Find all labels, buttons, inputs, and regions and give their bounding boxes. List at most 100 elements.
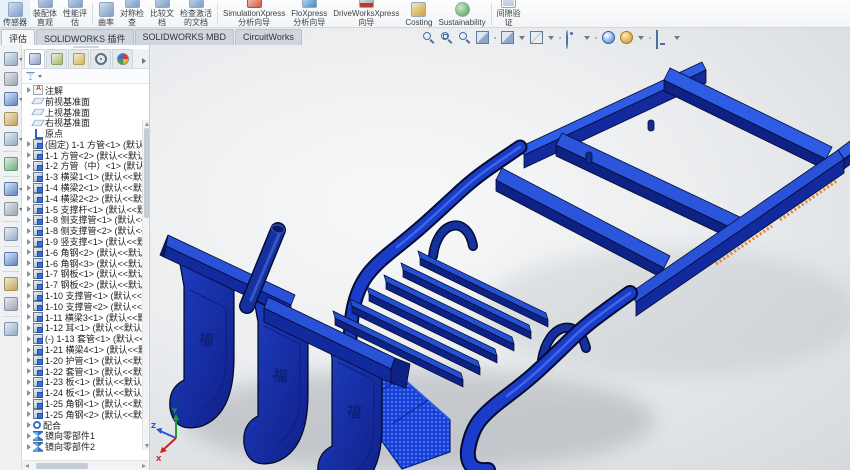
feature-tree-item[interactable]: 1-6 角钢<3> (默认<<默认>_显示状态1>) bbox=[22, 258, 149, 269]
show-hidden-components-icon[interactable] bbox=[4, 157, 18, 171]
move-component-icon[interactable] bbox=[4, 132, 18, 146]
feature-tree-item[interactable]: 1-8 侧支撑管<2> (默认<<默认>_显示状态1>) bbox=[22, 225, 149, 236]
expand-arrow-icon[interactable] bbox=[25, 303, 33, 309]
expand-arrow-icon[interactable] bbox=[25, 195, 33, 201]
ribbon-button[interactable]: 对称检 查 bbox=[117, 0, 147, 27]
expand-arrow-icon[interactable] bbox=[25, 379, 33, 385]
expand-arrow-icon[interactable] bbox=[25, 368, 33, 374]
expand-arrow-icon[interactable] bbox=[25, 206, 33, 212]
tab-configurationmanager[interactable] bbox=[68, 49, 89, 68]
feature-tree-item[interactable]: 1-23 板<1> (默认<<默认>_显示状态1>) bbox=[22, 377, 149, 388]
ribbon-button[interactable]: FloXpress 分析向导 bbox=[288, 0, 330, 27]
view-orientation-icon[interactable] bbox=[501, 31, 514, 44]
feature-tree-item[interactable]: 1-10 支撑管<2> (默认<<默认>_显示状态1>) bbox=[22, 301, 149, 312]
expand-arrow-icon[interactable] bbox=[25, 260, 33, 266]
update-holders-icon[interactable] bbox=[4, 322, 18, 336]
new-motion-study-icon[interactable] bbox=[4, 227, 18, 241]
feature-tree-item[interactable]: 1-6 角钢<2> (默认<<默认>_显示状态1>) bbox=[22, 247, 149, 258]
expand-arrow-icon[interactable] bbox=[25, 444, 33, 450]
previous-view-icon[interactable] bbox=[458, 31, 471, 44]
insert-components-icon[interactable] bbox=[4, 52, 18, 66]
expand-arrow-icon[interactable] bbox=[25, 185, 33, 191]
scroll-up-icon[interactable] bbox=[145, 122, 149, 126]
zoom-to-area-icon[interactable] bbox=[440, 31, 453, 44]
scroll-right-icon[interactable] bbox=[142, 464, 146, 468]
tree-vertical-scrollbar[interactable] bbox=[142, 120, 149, 450]
apply-scene-icon[interactable] bbox=[620, 31, 633, 44]
component-pattern-icon[interactable] bbox=[4, 92, 18, 106]
feature-tree-item[interactable]: 1-5 支撑杆<1> (默认<<默认>_显示状态1>) bbox=[22, 204, 149, 215]
feature-tree-item[interactable]: 1-2 方管（中）<1> (默认<<默认>_显示状态1>) bbox=[22, 161, 149, 172]
ribbon-button[interactable]: 间隙验 证 bbox=[494, 0, 524, 27]
feature-tree-item[interactable]: (-) 1-13 套管<1> (默认<<默认>_显示状态1>) bbox=[22, 333, 149, 344]
tab-propertymanager[interactable] bbox=[46, 49, 67, 68]
expand-arrow-icon[interactable] bbox=[25, 411, 33, 417]
expand-arrow-icon[interactable] bbox=[25, 163, 33, 169]
view-settings-icon[interactable] bbox=[656, 30, 658, 49]
expand-arrow-icon[interactable] bbox=[25, 141, 33, 147]
expand-arrow-icon[interactable] bbox=[25, 87, 33, 93]
feature-tree-item[interactable]: 1-12 耳<1> (默认<<默认>_显示状态1>) bbox=[22, 323, 149, 334]
expand-arrow-icon[interactable] bbox=[25, 152, 33, 158]
feature-tree-item[interactable]: 1-20 护管<1> (默认<<默认>_显示状态1>) bbox=[22, 355, 149, 366]
feature-tree-item[interactable]: 前视基准面 bbox=[22, 96, 149, 107]
edit-appearance-icon[interactable] bbox=[602, 31, 615, 44]
filter-dropdown-icon[interactable] bbox=[38, 75, 42, 78]
expand-arrow-icon[interactable] bbox=[25, 314, 33, 320]
ribbon-button[interactable]: 曲率 bbox=[95, 0, 117, 27]
commandmanager-tab[interactable]: 评估 bbox=[1, 29, 35, 45]
ribbon-button[interactable]: Costing bbox=[402, 0, 435, 27]
hide-show-items-icon[interactable] bbox=[566, 30, 568, 49]
expand-arrow-icon[interactable] bbox=[25, 422, 33, 428]
expand-arrow-icon[interactable] bbox=[25, 433, 33, 439]
expand-arrow-icon[interactable] bbox=[25, 249, 33, 255]
feature-tree-item[interactable]: 1-9 竖支撑<1> (默认<<默认>_显示状态1>) bbox=[22, 236, 149, 247]
expand-arrow-icon[interactable] bbox=[25, 390, 33, 396]
instant3d-icon[interactable] bbox=[4, 297, 18, 311]
expand-arrow-icon[interactable] bbox=[25, 347, 33, 353]
expand-arrow-icon[interactable] bbox=[25, 357, 33, 363]
reference-geometry-icon[interactable] bbox=[4, 202, 18, 216]
feature-tree-item[interactable]: 1-3 横梁1<1> (默认<<默认>_显示状态1>) bbox=[22, 171, 149, 182]
ribbon-button[interactable]: DriveWorksXpress 向导 bbox=[330, 0, 402, 27]
scroll-down-icon[interactable] bbox=[145, 444, 149, 448]
feature-tree-item[interactable]: 1-21 横梁4<1> (默认<<默认>_显示状态1>) bbox=[22, 344, 149, 355]
feature-tree-item[interactable]: 1-1 方管<2> (默认<<默认>_显示状态1>) bbox=[22, 150, 149, 161]
feature-tree-item[interactable]: (固定) 1-1 方管<1> (默认<<默认>_显示状态1>) bbox=[22, 139, 149, 150]
feature-tree-item[interactable]: 镜向零部件2 bbox=[22, 441, 149, 452]
feature-tree-item[interactable]: 1-10 支撑管<1> (默认<<默认>_显示状态1>) bbox=[22, 290, 149, 301]
commandmanager-tab[interactable]: SOLIDWORKS 插件 bbox=[36, 29, 134, 45]
expand-arrow-icon[interactable] bbox=[25, 325, 33, 331]
feature-tree-item[interactable]: 1-8 侧支撑管<1> (默认<<默认>_显示状态1>) bbox=[22, 215, 149, 226]
apply-scene-dropdown[interactable] bbox=[638, 36, 644, 40]
tree-horizontal-scrollbar[interactable] bbox=[22, 460, 149, 470]
scrollbar-thumb[interactable] bbox=[144, 128, 149, 218]
feature-tree-item[interactable]: 右视基准面 bbox=[22, 117, 149, 128]
feature-tree-item[interactable]: 1-4 横梁2<1> (默认<<默认>_显示状态1>) bbox=[22, 182, 149, 193]
feature-tree-item[interactable]: 镜向零部件1 bbox=[22, 431, 149, 442]
expand-arrow-icon[interactable] bbox=[25, 271, 33, 277]
section-view-icon[interactable] bbox=[476, 31, 489, 44]
feature-tree-item[interactable]: 注解 bbox=[22, 85, 149, 96]
scrollbar-thumb[interactable] bbox=[36, 463, 88, 469]
ribbon-button[interactable]: 比较文 档 bbox=[147, 0, 177, 27]
expand-arrow-icon[interactable] bbox=[25, 217, 33, 223]
zoom-to-fit-icon[interactable] bbox=[422, 31, 435, 44]
commandmanager-tab[interactable]: CircuitWorks bbox=[235, 29, 302, 45]
tab-dimxpertmanager[interactable] bbox=[90, 49, 111, 68]
expand-arrow-icon[interactable] bbox=[25, 228, 33, 234]
mate-icon[interactable] bbox=[4, 72, 18, 86]
feature-tree-item[interactable]: 1-4 横梁2<2> (默认<<默认>_显示状态1>) bbox=[22, 193, 149, 204]
expand-arrow-icon[interactable] bbox=[25, 293, 33, 299]
bill-of-materials-icon[interactable] bbox=[4, 252, 18, 266]
exploded-view-icon[interactable] bbox=[4, 277, 18, 291]
expand-arrow-icon[interactable] bbox=[25, 239, 33, 245]
feature-tree-item[interactable]: 1-25 角钢<1> (默认<<默认>_显示状态1>) bbox=[22, 398, 149, 409]
hide-show-items-dropdown[interactable] bbox=[584, 36, 590, 40]
expand-arrow-icon[interactable] bbox=[25, 401, 33, 407]
ribbon-button[interactable]: 传感器 bbox=[0, 0, 30, 27]
tab-featuremanager-tree[interactable] bbox=[24, 49, 45, 68]
scroll-left-icon[interactable] bbox=[25, 464, 29, 468]
feature-tree-item[interactable]: 1-7 钢板<1> (默认<<默认>_显示状态1>) bbox=[22, 269, 149, 280]
feature-tree-item[interactable]: 1-22 套管<1> (默认<<默认>_显示状态1>) bbox=[22, 366, 149, 377]
